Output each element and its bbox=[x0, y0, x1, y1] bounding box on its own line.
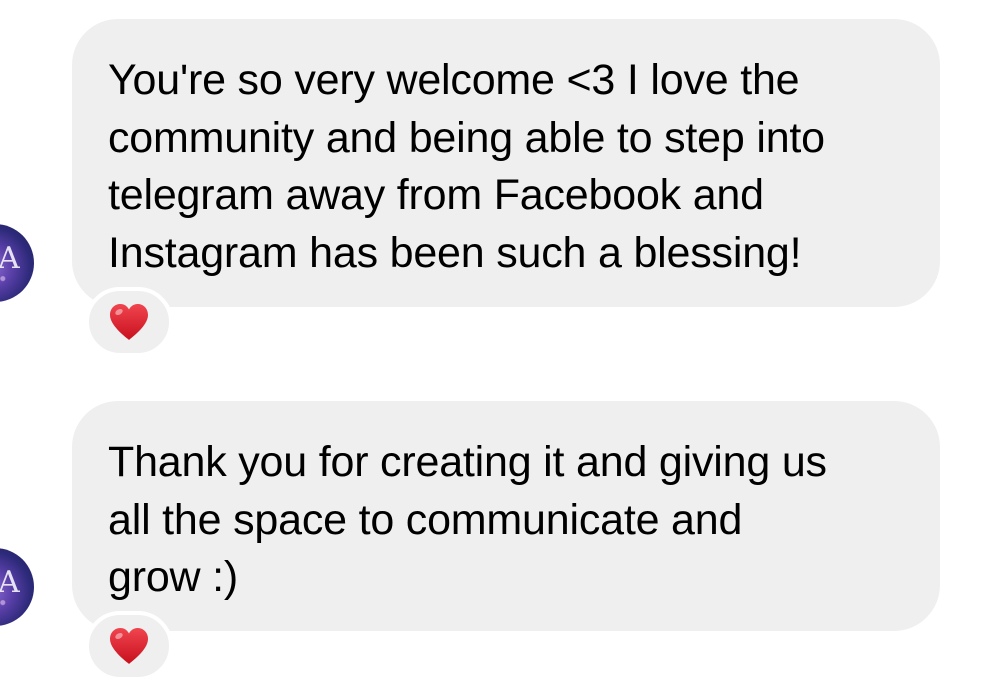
sender-avatar[interactable]: A bbox=[0, 224, 34, 302]
red-heart-icon bbox=[110, 628, 148, 664]
message-bubble[interactable]: You're so very welcome <3 I love the com… bbox=[72, 19, 940, 307]
avatar-letter: A bbox=[0, 241, 20, 276]
avatar-letter: A bbox=[0, 565, 20, 600]
heart-reaction[interactable] bbox=[85, 611, 173, 681]
sender-avatar[interactable]: A bbox=[0, 548, 34, 626]
message-line: all the space to communicate and bbox=[108, 495, 743, 544]
message-line: Instagram has been such a blessing! bbox=[108, 228, 802, 277]
message-line: grow :) bbox=[108, 553, 239, 601]
message-line: Thank you for creating it and giving us bbox=[108, 438, 827, 486]
red-heart-icon bbox=[110, 304, 148, 340]
message-bubble[interactable]: Thank you for creating it and giving us … bbox=[72, 401, 940, 631]
message-line: You're so very welcome <3 I love the bbox=[108, 56, 800, 104]
message-line: community and being able to step into bbox=[108, 113, 825, 162]
heart-reaction[interactable] bbox=[85, 287, 173, 357]
message-line: telegram away from Facebook and bbox=[108, 171, 764, 219]
